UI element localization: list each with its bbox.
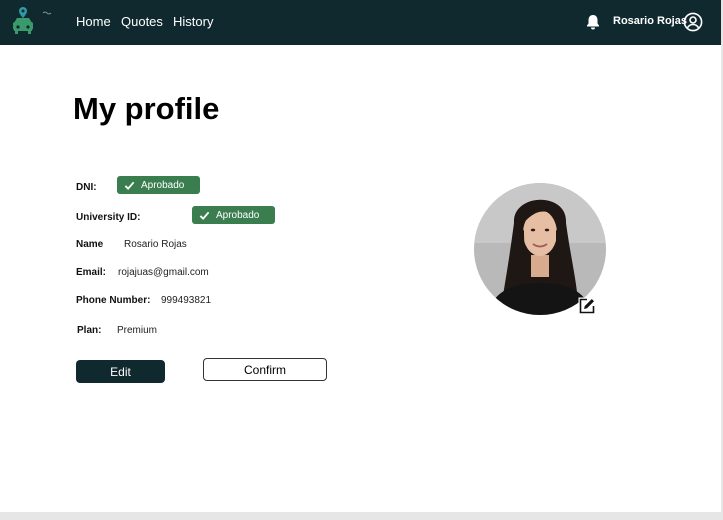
name-value: Rosario Rojas <box>124 239 187 250</box>
check-icon <box>199 211 210 220</box>
dni-status-badge: Aprobado <box>117 176 200 194</box>
nav-home-link[interactable]: Home <box>76 14 111 29</box>
edit-button[interactable]: Edit <box>76 360 165 383</box>
user-circle-icon[interactable] <box>683 12 703 32</box>
user-name[interactable]: Rosario Rojas <box>613 15 687 27</box>
dni-status-text: Aprobado <box>141 179 185 191</box>
top-navbar: Home Quotes History Rosario Rojas <box>0 0 721 45</box>
car-logo-icon[interactable] <box>10 6 54 36</box>
edit-pencil-icon[interactable] <box>578 297 596 315</box>
university-id-status-text: Aprobado <box>216 209 260 221</box>
check-icon <box>124 181 135 190</box>
university-id-label: University ID: <box>76 212 141 223</box>
page-title: My profile <box>73 91 220 126</box>
phone-label: Phone Number: <box>76 295 151 306</box>
bell-icon[interactable] <box>586 14 600 30</box>
nav-history-link[interactable]: History <box>173 14 213 29</box>
confirm-button[interactable]: Confirm <box>203 358 327 381</box>
phone-value: 999493821 <box>161 295 212 306</box>
nav-quotes-link[interactable]: Quotes <box>121 14 163 29</box>
email-value: rojajuas@gmail.com <box>118 267 209 278</box>
plan-label: Plan: <box>77 325 102 336</box>
email-label: Email: <box>76 267 107 278</box>
university-id-status-badge: Aprobado <box>192 206 275 224</box>
dni-label: DNI: <box>76 182 97 193</box>
name-label: Name <box>76 239 104 250</box>
plan-value: Premium <box>117 325 158 336</box>
page: Home Quotes History Rosario Rojas My pro… <box>0 0 721 512</box>
profile-photo <box>474 183 606 315</box>
